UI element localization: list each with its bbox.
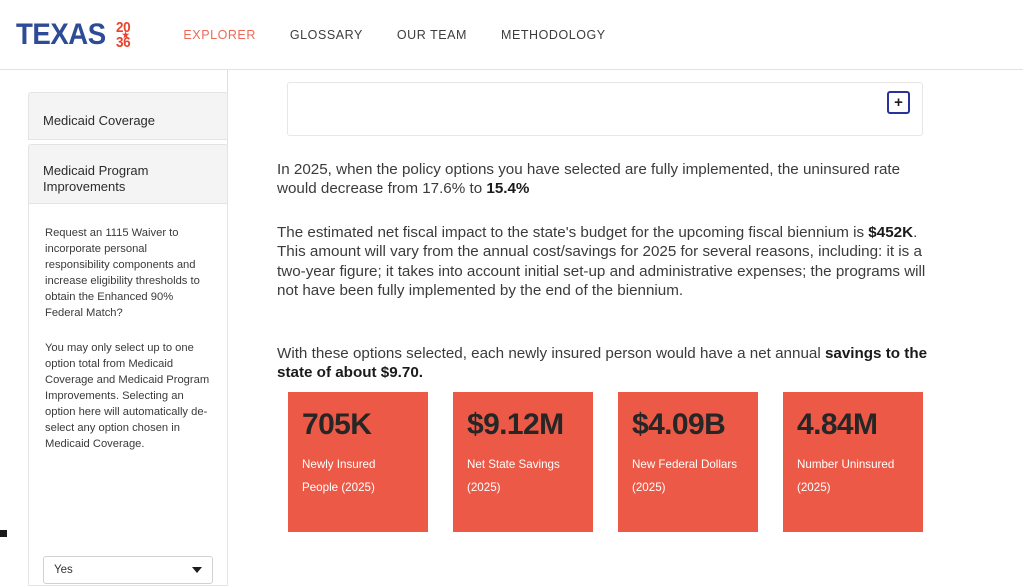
highlight-fiscal-impact: $452K <box>868 224 914 241</box>
left-rail <box>0 70 28 537</box>
sidebar-tab-label: Medicaid Program Improvements <box>43 162 149 194</box>
sidebar-tab-label: Medicaid Coverage <box>43 112 156 128</box>
policy-answer-value: Yes <box>54 564 73 576</box>
paragraph-uninsured-rate: In 2025, when the policy options you hav… <box>277 160 942 199</box>
paragraph-text: In 2025, when the policy options you hav… <box>277 161 901 198</box>
main-content: + In 2025, when the policy options you h… <box>229 70 1023 537</box>
paragraph-per-person-savings: With these options selected, each newly … <box>277 344 942 383</box>
selected-options-bar: + <box>287 82 923 136</box>
policy-select-wrapper: Yes <box>43 556 213 584</box>
main-nav: EXPLORER GLOSSARY OUR TEAM METHODOLOGY <box>183 28 605 42</box>
paragraph-fiscal-impact: The estimated net fiscal impact to the s… <box>277 223 942 301</box>
stat-card-value: 4.84M <box>797 408 878 441</box>
star-icon: ★ <box>121 29 129 40</box>
stat-card-label: New Federal Dollars (2025) <box>632 458 738 494</box>
brand-wordmark: TEXAS <box>16 17 106 51</box>
paragraph-text: The estimated net fiscal impact to the s… <box>277 224 869 241</box>
add-option-button[interactable]: + <box>887 91 910 114</box>
stat-card-label: Number Uninsured (2025) <box>797 458 895 494</box>
policy-sidebar: Medicaid Coverage Medicaid Program Impro… <box>28 70 228 586</box>
nav-link-our-team[interactable]: OUR TEAM <box>397 28 467 42</box>
stat-card-value: $9.12M <box>467 408 564 441</box>
sidebar-panel: Request an 1115 Waiver to incorporate pe… <box>28 204 228 586</box>
chevron-down-icon <box>192 567 202 573</box>
brand-logo[interactable]: TEXAS 20 36 ★ <box>16 17 132 51</box>
stat-card-value: 705K <box>302 408 372 441</box>
stat-card-row: 705K Newly Insured People (2025) $9.12M … <box>288 392 934 532</box>
stat-card: 705K Newly Insured People (2025) <box>288 392 428 532</box>
sidebar-tab-medicaid-program-improvements[interactable]: Medicaid Program Improvements <box>28 144 228 204</box>
stat-card: $4.09B New Federal Dollars (2025) <box>618 392 758 532</box>
sidebar-tab-medicaid-coverage[interactable]: Medicaid Coverage <box>28 92 228 140</box>
brand-year-block: 20 36 ★ <box>116 20 132 50</box>
nav-link-glossary[interactable]: GLOSSARY <box>290 28 363 42</box>
stat-card-label: Newly Insured People (2025) <box>302 458 376 494</box>
nav-link-explorer[interactable]: EXPLORER <box>183 28 255 42</box>
stat-card: 4.84M Number Uninsured (2025) <box>783 392 923 532</box>
stat-card-value: $4.09B <box>632 408 726 441</box>
rail-corner-marker <box>0 530 7 537</box>
site-header: TEXAS 20 36 ★ EXPLORER GLOSSARY OUR TEAM… <box>0 0 1023 70</box>
stat-card: $9.12M Net State Savings (2025) <box>453 392 593 532</box>
stat-card-label: Net State Savings (2025) <box>467 458 560 494</box>
paragraph-text: With these options selected, each newly … <box>277 345 825 362</box>
policy-answer-select[interactable]: Yes <box>43 556 213 584</box>
nav-link-methodology[interactable]: METHODOLOGY <box>501 28 606 42</box>
highlight-uninsured-rate: 15.4% <box>486 180 530 198</box>
policy-question-text: Request an 1115 Waiver to incorporate pe… <box>45 227 200 319</box>
policy-note-text: You may only select up to one option tot… <box>45 342 210 450</box>
